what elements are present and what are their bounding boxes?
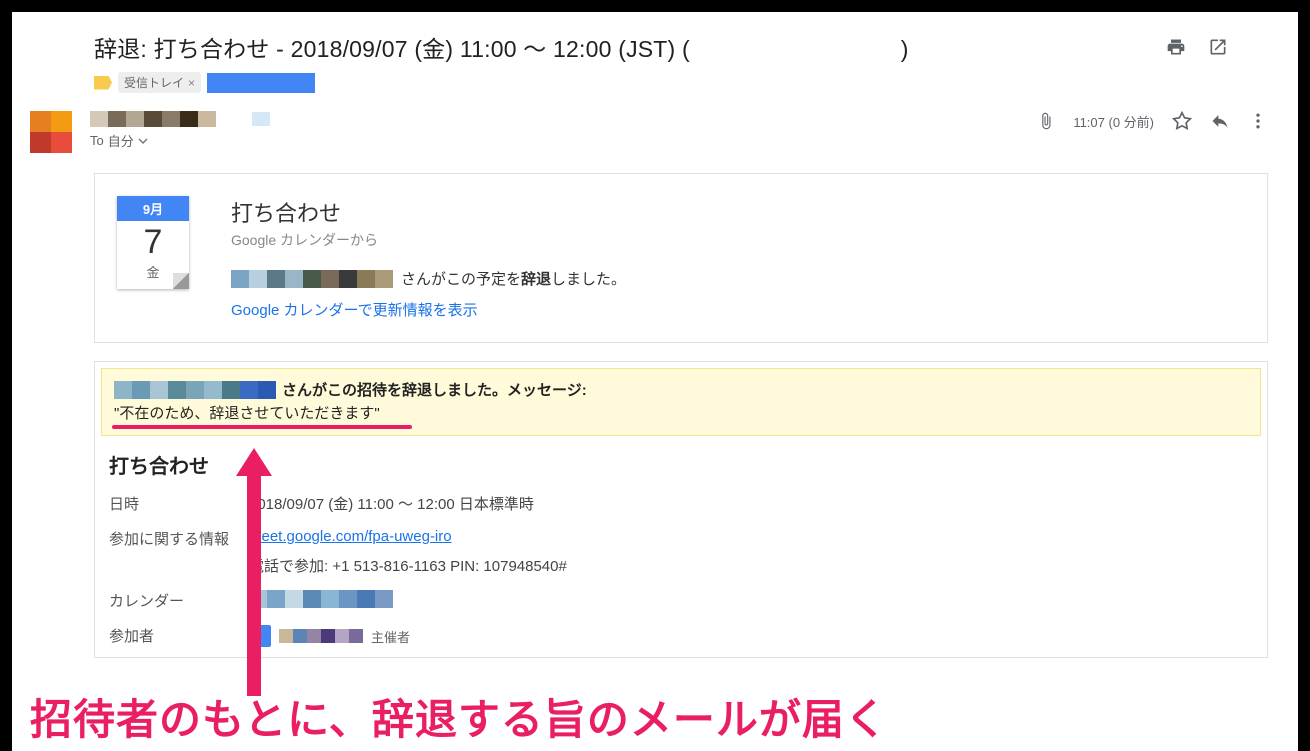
annotation-underline (112, 425, 412, 429)
calendar-owner-redacted (249, 590, 1253, 608)
inbox-label[interactable]: 受信トレイ × (118, 72, 201, 93)
event-source: Google カレンダーから (231, 230, 1247, 250)
sender-name-redacted (90, 111, 216, 127)
detail-event-title: 打ち合わせ (109, 450, 1253, 479)
phone-join-info: 電話で参加: +1 513-816-1163 PIN: 107948540# (249, 555, 1253, 576)
open-new-window-icon[interactable] (1208, 37, 1228, 57)
sender-avatar[interactable] (30, 111, 72, 153)
calendar-label: カレンダー (109, 590, 249, 611)
importance-marker-icon[interactable] (94, 76, 112, 90)
datetime-label: 日時 (109, 493, 249, 514)
recipient-row[interactable]: To 自分 (90, 131, 1037, 150)
attachment-icon[interactable] (1037, 112, 1055, 130)
timestamp: 11:07 (0 分前) (1073, 112, 1154, 131)
event-title: 打ち合わせ (231, 196, 1247, 228)
star-icon[interactable] (1172, 111, 1192, 131)
decline-notice-banner: さんがこの招待を辞退しました。メッセージ: "不在のため、辞退させていただきます… (101, 368, 1261, 436)
participants-label: 参加者 (109, 625, 249, 646)
datetime-value: 2018/09/07 (金) 11:00 ～ 12:00 日本標準時 (249, 493, 1253, 514)
print-icon[interactable] (1166, 37, 1186, 57)
join-info-label: 参加に関する情報 (109, 528, 249, 549)
organizer-badge: 主催者 (371, 627, 410, 646)
decline-message: "不在のため、辞退させていただきます" (114, 402, 1248, 425)
date-tile: 9月 7 金 (117, 196, 189, 289)
participant-avatar (249, 625, 271, 647)
decline-status-line: さんがこの予定を辞退しました。 (231, 268, 1247, 289)
remove-label-icon[interactable]: × (188, 76, 195, 90)
email-subject: 辞退: 打ち合わせ - 2018/09/07 (金) 11:00 ～ 12:00… (94, 30, 909, 64)
calendar-summary-card: 9月 7 金 打ち合わせ Google カレンダーから さんがこの予定を辞退しま… (94, 173, 1268, 343)
chevron-down-icon[interactable] (138, 136, 148, 146)
view-in-calendar-link[interactable]: Google カレンダーで更新情報を表示 (231, 299, 478, 320)
reply-icon[interactable] (1210, 111, 1230, 131)
participant-row: 主催者 (249, 625, 1253, 647)
event-detail-panel: さんがこの招待を辞退しました。メッセージ: "不在のため、辞退させていただきます… (94, 361, 1268, 658)
annotation-caption: 招待者のもとに、辞退する旨のメールが届く (30, 686, 888, 747)
label-chip[interactable] (207, 73, 315, 93)
more-options-icon[interactable] (1248, 111, 1268, 131)
meet-link[interactable]: meet.google.com/fpa-uweg-iro (249, 528, 452, 545)
